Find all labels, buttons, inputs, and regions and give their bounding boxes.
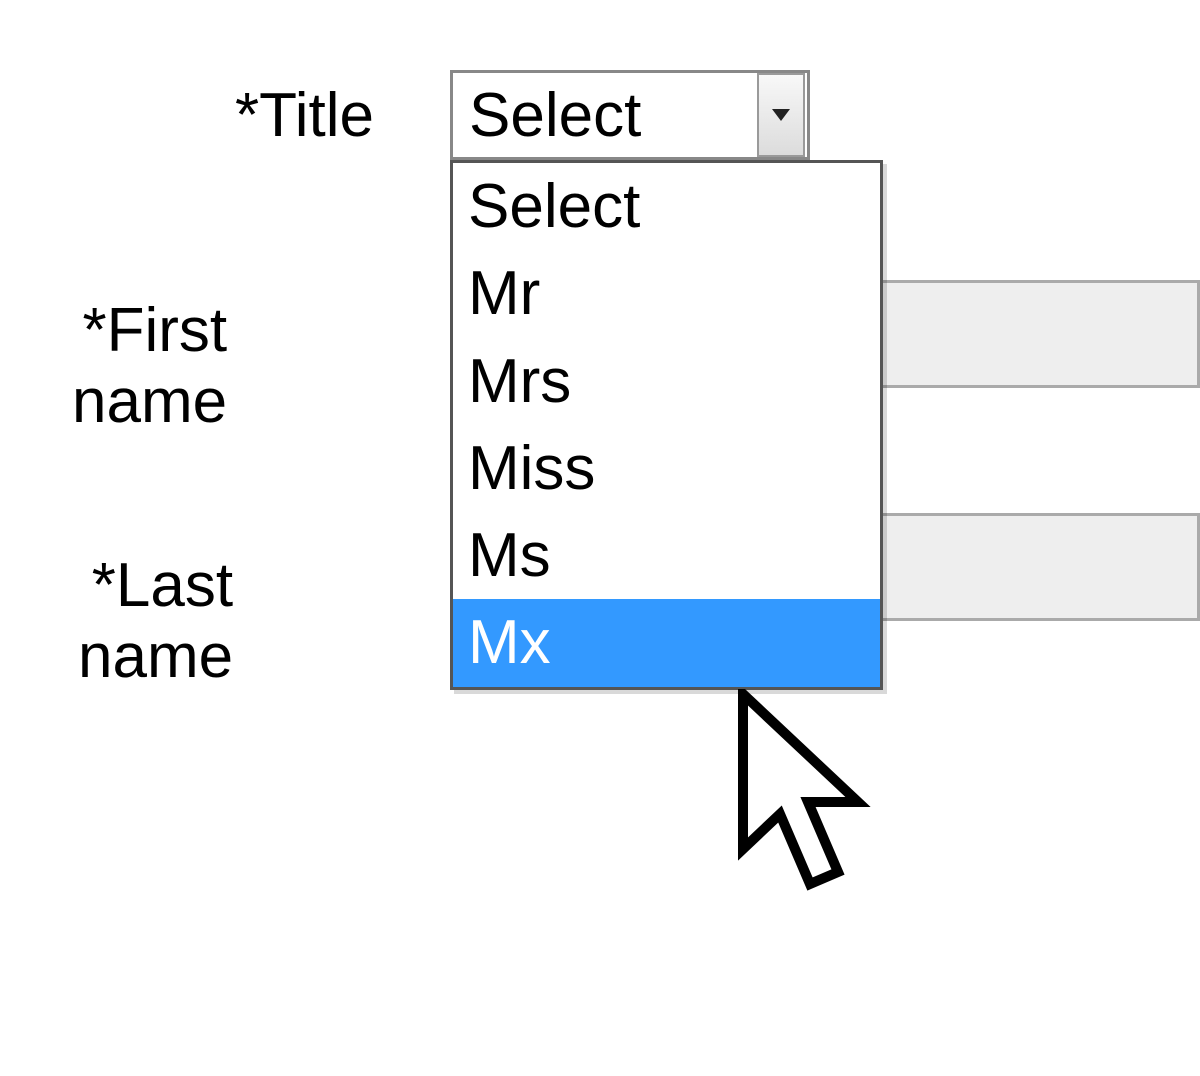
title-option-mrs[interactable]: Mrs (453, 338, 880, 425)
title-dropdown-list: Select Mr Mrs Miss Ms Mx (450, 160, 883, 690)
title-select[interactable]: Select (450, 70, 810, 160)
title-option-mx[interactable]: Mx (453, 599, 880, 686)
title-select-value: Select (453, 80, 755, 151)
cursor-icon (738, 689, 908, 919)
title-option-mr[interactable]: Mr (453, 250, 880, 337)
title-option-miss[interactable]: Miss (453, 425, 880, 512)
chevron-down-icon (772, 109, 790, 121)
title-label: *Title (235, 80, 374, 151)
last-name-label: *Last name (78, 550, 233, 692)
title-select-arrow-button[interactable] (757, 73, 805, 157)
title-option-ms[interactable]: Ms (453, 512, 880, 599)
title-option-select[interactable]: Select (453, 163, 880, 250)
first-name-label: *First name (72, 295, 227, 437)
first-name-input[interactable] (880, 280, 1200, 388)
last-name-input[interactable] (880, 513, 1200, 621)
